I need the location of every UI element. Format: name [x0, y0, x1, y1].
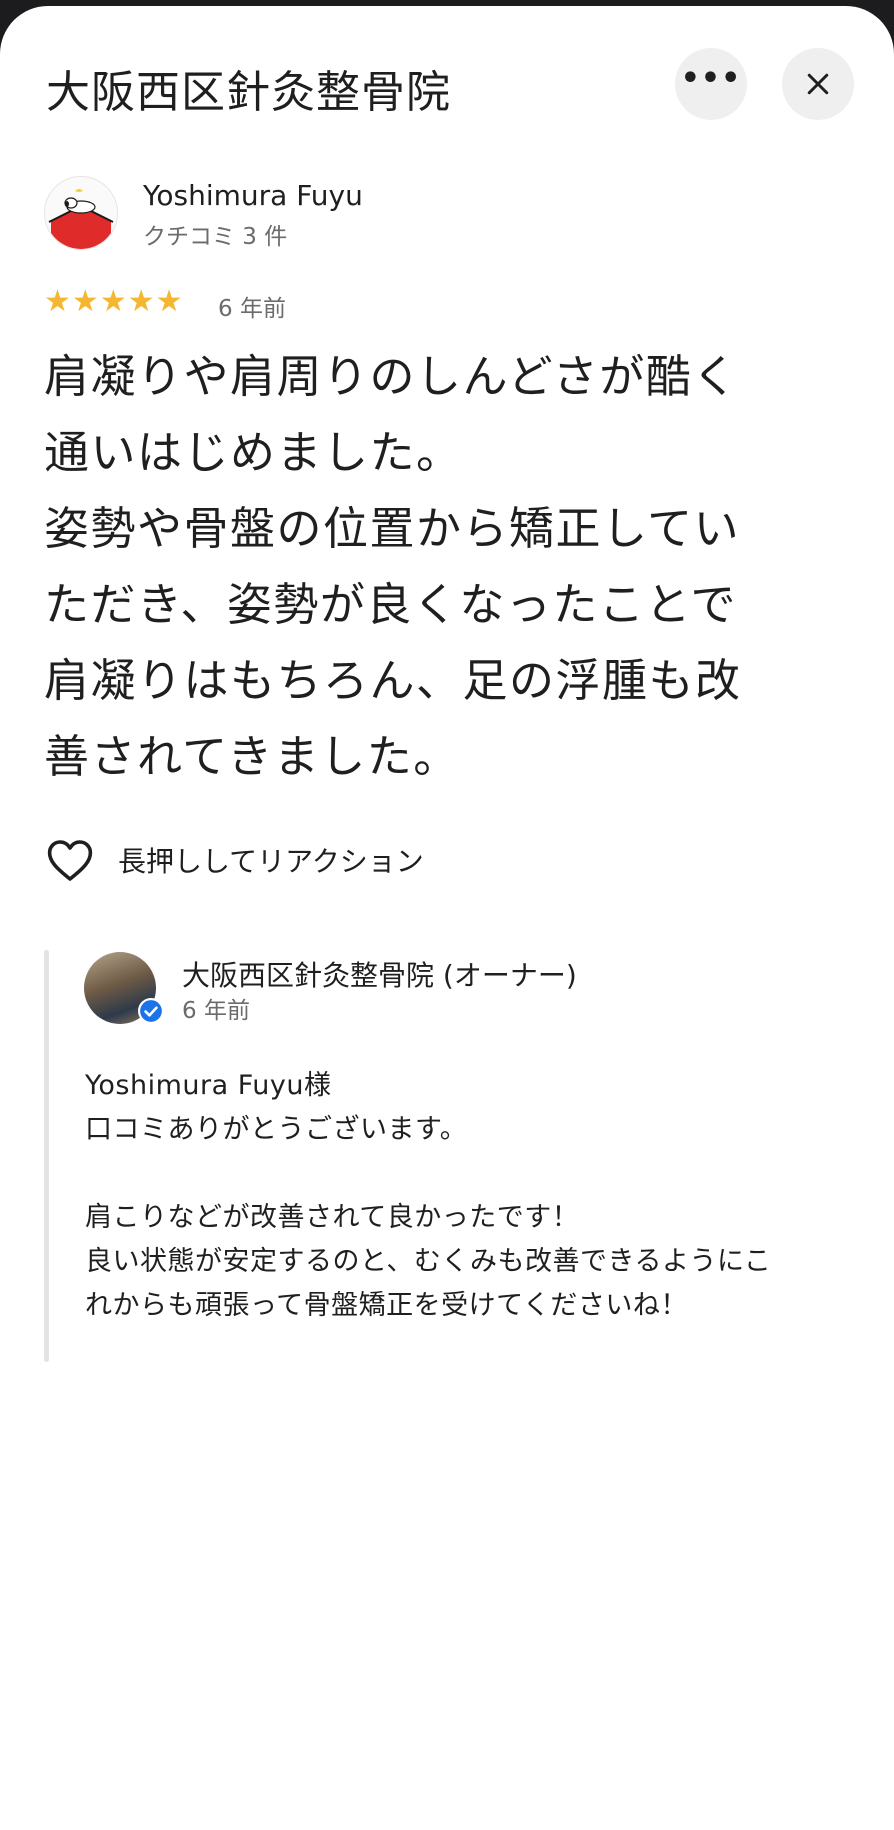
owner-reply-text: Yoshimura Fuyu様 口コミありがとうございます。 肩こりなどが改善さ… — [85, 1064, 845, 1328]
review-text-line: 善されてきました。 — [44, 730, 460, 783]
reply-text-line: れからも頑張って骨盤矯正を受けてくださいね！ — [85, 1290, 688, 1321]
heart-icon — [46, 838, 94, 882]
review-date: 6 年前 — [218, 296, 286, 322]
reply-divider — [44, 950, 49, 1362]
reviewer-name[interactable]: Yoshimura Fuyu — [143, 179, 363, 212]
reply-text-line: 良い状態が安定するのと、むくみも改善できるようにこ — [85, 1246, 772, 1277]
close-icon — [807, 73, 829, 95]
star-icon: ★ — [155, 284, 183, 319]
review-text-line: ただき、姿勢が良くなったことで — [44, 578, 738, 631]
reply-text-line — [85, 1152, 845, 1196]
close-button[interactable] — [782, 48, 854, 120]
snoopy-doghouse-image — [45, 177, 117, 249]
owner-avatar[interactable] — [84, 952, 164, 1024]
more-options-button[interactable]: ••• — [675, 48, 747, 120]
review-text-line: 肩凝りや肩周りのしんどさが酷く — [44, 350, 739, 403]
verified-badge-icon — [138, 998, 164, 1024]
reaction-button[interactable]: 長押ししてリアクション — [46, 838, 424, 882]
star-rating: ★ ★ ★ ★ ★ — [44, 286, 183, 318]
reviewer-avatar[interactable] — [44, 176, 118, 250]
review-text-line: 姿勢や骨盤の位置から矯正してい — [44, 502, 741, 555]
star-icon: ★ — [44, 284, 71, 319]
review-text: 肩凝りや肩周りのしんどさが酷く 通いはじめました。 姿勢や骨盤の位置から矯正して… — [44, 339, 864, 795]
owner-name: 大阪西区針灸整骨院 (オーナー) — [182, 959, 577, 992]
reply-text-line: Yoshimura Fuyu様 — [85, 1070, 332, 1101]
review-text-line: 通いはじめました。 — [44, 426, 463, 479]
reply-text-line: 肩こりなどが改善されて良かったです！ — [85, 1202, 580, 1233]
owner-reply-date: 6 年前 — [182, 998, 250, 1024]
star-icon: ★ — [99, 284, 127, 319]
more-horizontal-icon: ••• — [680, 61, 742, 96]
star-icon: ★ — [127, 284, 155, 319]
reply-text-line: 口コミありがとうございます。 — [85, 1114, 468, 1145]
page-title: 大阪西区針灸整骨院 — [46, 67, 451, 118]
reaction-label: 長押ししてリアクション — [118, 845, 424, 878]
review-sheet: 大阪西区針灸整骨院 ••• Yoshimura Fuyu クチコミ 3 件 ★ … — [0, 6, 894, 1830]
reviewer-review-count: クチコミ 3 件 — [143, 224, 288, 250]
star-icon: ★ — [71, 284, 99, 319]
review-text-line: 肩凝りはもちろん、足の浮腫も改 — [44, 654, 742, 707]
